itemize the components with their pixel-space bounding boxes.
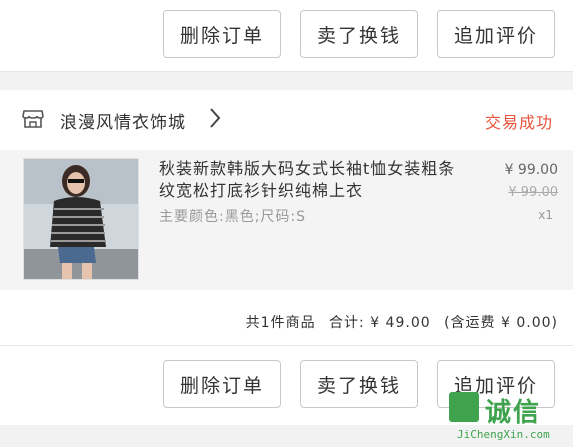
order-total: 合计: ¥ 49.00: [329, 315, 431, 331]
resell-button[interactable]: 卖了换钱: [300, 360, 418, 408]
store-icon: [22, 110, 44, 128]
store-header[interactable]: 浪漫风情衣饰城 交易成功: [0, 90, 573, 150]
delete-order-button[interactable]: 删除订单: [163, 10, 281, 58]
product-row[interactable]: 秋装新款韩版大码女式长袖t恤女装粗条纹宽松打底衫针织纯棉上衣 主要颜色:黑色;尺…: [0, 150, 573, 290]
order-status: 交易成功: [484, 113, 553, 132]
watermark-en: JiChengXin.com: [457, 428, 550, 441]
product-spec: 主要颜色:黑色;尺码:S: [159, 209, 307, 225]
delete-order-button[interactable]: 删除订单: [163, 360, 281, 408]
add-review-button[interactable]: 追加评价: [437, 10, 555, 58]
summary-line: 共1件商品 合计: ¥ 49.00 (含运费 ¥ 0.00): [238, 312, 558, 332]
product-original-price: ¥ 99.00: [508, 185, 558, 200]
watermark: 诚信 JiChengXin.com: [449, 392, 567, 444]
product-title[interactable]: 秋装新款韩版大码女式长袖t恤女装粗条纹宽松打底衫针织纯棉上衣: [159, 158, 459, 202]
watermark-logo-icon: [449, 392, 479, 422]
watermark-cn: 诚信: [485, 398, 542, 428]
chevron-right-icon[interactable]: [208, 107, 222, 129]
order-actions-top: 删除订单 卖了换钱 追加评价: [0, 0, 573, 72]
order-summary: 共1件商品 合计: ¥ 49.00 (含运费 ¥ 0.00): [0, 290, 573, 345]
product-image[interactable]: [23, 158, 139, 280]
product-price: ¥ 99.00: [504, 162, 558, 178]
product-quantity: x1: [538, 208, 553, 222]
store-name[interactable]: 浪漫风情衣饰城: [60, 108, 186, 133]
resell-button[interactable]: 卖了换钱: [300, 10, 418, 58]
shipping-fee: (含运费 ¥ 0.00): [444, 315, 558, 331]
item-count: 共1件商品: [245, 315, 316, 331]
